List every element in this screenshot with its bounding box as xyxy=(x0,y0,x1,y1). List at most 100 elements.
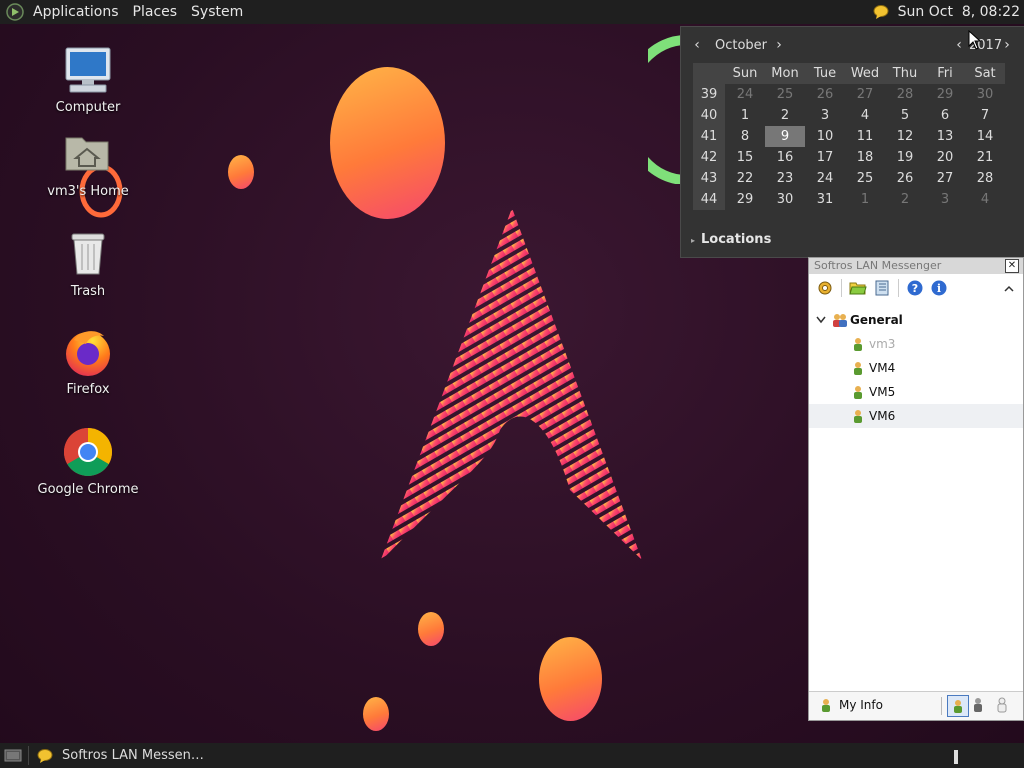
desktop-icon-label: Trash xyxy=(70,284,106,299)
status-offline-button[interactable] xyxy=(995,696,1009,717)
calendar-day[interactable]: 12 xyxy=(885,126,925,147)
calendar-day[interactable]: 13 xyxy=(925,126,965,147)
next-year-button[interactable]: › xyxy=(999,35,1015,55)
my-info-button[interactable]: My Info xyxy=(819,697,883,713)
calendar-day[interactable]: 23 xyxy=(765,168,805,189)
calendar-day[interactable]: 22 xyxy=(725,168,765,189)
calendar-day[interactable]: 24 xyxy=(725,84,765,105)
calendar-day[interactable]: 25 xyxy=(845,168,885,189)
calendar-day[interactable]: 2 xyxy=(885,189,925,210)
calendar-day[interactable]: 31 xyxy=(805,189,845,210)
calendar-day[interactable]: 18 xyxy=(845,147,885,168)
weekday-header: Mon xyxy=(765,63,805,84)
calendar-day[interactable]: 27 xyxy=(925,168,965,189)
weekday-header: Wed xyxy=(845,63,885,84)
calendar-month: October xyxy=(715,38,768,53)
computer-icon xyxy=(65,47,111,93)
home-folder-icon xyxy=(65,137,109,171)
calendar-day[interactable]: 6 xyxy=(925,105,965,126)
desktop-icon-chrome[interactable]: Google Chrome xyxy=(28,426,148,497)
workspace-switcher[interactable] xyxy=(954,750,958,764)
messenger-tray-icon[interactable] xyxy=(872,3,890,21)
book-icon xyxy=(875,280,889,296)
calendar-day[interactable]: 30 xyxy=(965,84,1005,105)
wallpaper-orb xyxy=(418,612,444,646)
calendar-day[interactable]: 29 xyxy=(925,84,965,105)
settings-button[interactable] xyxy=(815,278,835,298)
weeknum-header xyxy=(693,63,725,84)
locations-expander[interactable]: ▸ Locations xyxy=(691,232,771,247)
calendar-day[interactable]: 25 xyxy=(765,84,805,105)
close-button[interactable]: ✕ xyxy=(1005,259,1019,273)
calendar-day[interactable]: 16 xyxy=(765,147,805,168)
desktop-icon-firefox[interactable]: Firefox xyxy=(28,326,148,397)
distro-logo-icon[interactable] xyxy=(6,3,24,21)
calendar-day[interactable]: 30 xyxy=(765,189,805,210)
group-label: General xyxy=(850,313,903,327)
prev-year-button[interactable]: ‹ xyxy=(951,35,967,55)
calendar-day[interactable]: 3 xyxy=(925,189,965,210)
calendar-day[interactable]: 26 xyxy=(805,84,845,105)
contact-row[interactable]: VM6 xyxy=(809,404,1023,428)
calendar-day[interactable]: 24 xyxy=(805,168,845,189)
calendar-day[interactable]: 27 xyxy=(845,84,885,105)
contact-row[interactable]: VM5 xyxy=(809,380,1023,404)
week-number: 41 xyxy=(693,126,725,147)
user-away-icon xyxy=(974,698,982,712)
calendar-day[interactable]: 20 xyxy=(925,147,965,168)
calendar-day[interactable]: 19 xyxy=(885,147,925,168)
wallpaper-orb xyxy=(228,155,254,189)
status-online-button[interactable] xyxy=(947,695,969,717)
messenger-titlebar[interactable]: Softros LAN Messenger ✕ xyxy=(809,258,1023,274)
desktop-icon-label: vm3's Home xyxy=(47,184,129,199)
collapse-toolbar-button[interactable] xyxy=(1003,280,1015,299)
taskbar-window-button[interactable]: Softros LAN Messen… xyxy=(36,743,204,768)
calendar-day[interactable]: 9 xyxy=(765,126,805,147)
status-away-button[interactable] xyxy=(971,696,985,717)
calendar-day[interactable]: 1 xyxy=(725,105,765,126)
calendar-popup: ‹ October › ‹ 2017 › Sun Mon Tue Wed Thu Fri S… xyxy=(680,26,1024,258)
desktop-icon-computer[interactable]: Computer xyxy=(28,44,148,115)
calendar-day[interactable]: 4 xyxy=(845,105,885,126)
prev-month-button[interactable]: ‹ xyxy=(689,35,705,55)
help-button[interactable]: ? xyxy=(905,278,925,298)
calendar-week-row: 41 8 9 10 11 12 13 14 xyxy=(693,126,1013,147)
desktop-icon-trash[interactable]: Trash xyxy=(28,228,148,299)
calendar-day[interactable]: 2 xyxy=(765,105,805,126)
contact-name: VM6 xyxy=(869,409,896,423)
calendar-day[interactable]: 21 xyxy=(965,147,1005,168)
calendar-week-row: 44 29 30 31 1 2 3 4 xyxy=(693,189,1013,210)
calendar-day[interactable]: 28 xyxy=(885,84,925,105)
clock[interactable]: Sun Oct 8, 08:22 xyxy=(892,4,1024,20)
history-button[interactable] xyxy=(872,278,892,298)
calendar-day[interactable]: 11 xyxy=(845,126,885,147)
calendar-day[interactable]: 5 xyxy=(885,105,925,126)
next-month-button[interactable]: › xyxy=(771,35,787,55)
week-number: 39 xyxy=(693,84,725,105)
expander-triangle-icon: ▸ xyxy=(691,236,696,245)
calendar-day[interactable]: 8 xyxy=(725,126,765,147)
calendar-day[interactable]: 7 xyxy=(965,105,1005,126)
show-desktop-button[interactable] xyxy=(4,747,22,767)
contact-row[interactable]: VM4 xyxy=(809,356,1023,380)
menu-applications[interactable]: Applications xyxy=(26,0,126,24)
menu-system[interactable]: System xyxy=(184,0,250,24)
calendar-day[interactable]: 29 xyxy=(725,189,765,210)
group-row-general[interactable]: General xyxy=(809,308,1023,332)
calendar-day[interactable]: 28 xyxy=(965,168,1005,189)
calendar-day[interactable]: 4 xyxy=(965,189,1005,210)
open-folder-button[interactable] xyxy=(848,278,868,298)
calendar-day[interactable]: 17 xyxy=(805,147,845,168)
calendar-day[interactable]: 26 xyxy=(885,168,925,189)
calendar-day[interactable]: 15 xyxy=(725,147,765,168)
bottom-panel: Softros LAN Messen… xyxy=(0,743,1024,768)
contact-row[interactable]: vm3 xyxy=(809,332,1023,356)
calendar-day[interactable]: 3 xyxy=(805,105,845,126)
calendar-day[interactable]: 14 xyxy=(965,126,1005,147)
menu-places[interactable]: Places xyxy=(126,0,185,24)
contact-name: VM5 xyxy=(869,385,896,399)
desktop-icon-home[interactable]: vm3's Home xyxy=(28,128,148,199)
calendar-day[interactable]: 10 xyxy=(805,126,845,147)
about-button[interactable]: i xyxy=(929,278,949,298)
calendar-day[interactable]: 1 xyxy=(845,189,885,210)
